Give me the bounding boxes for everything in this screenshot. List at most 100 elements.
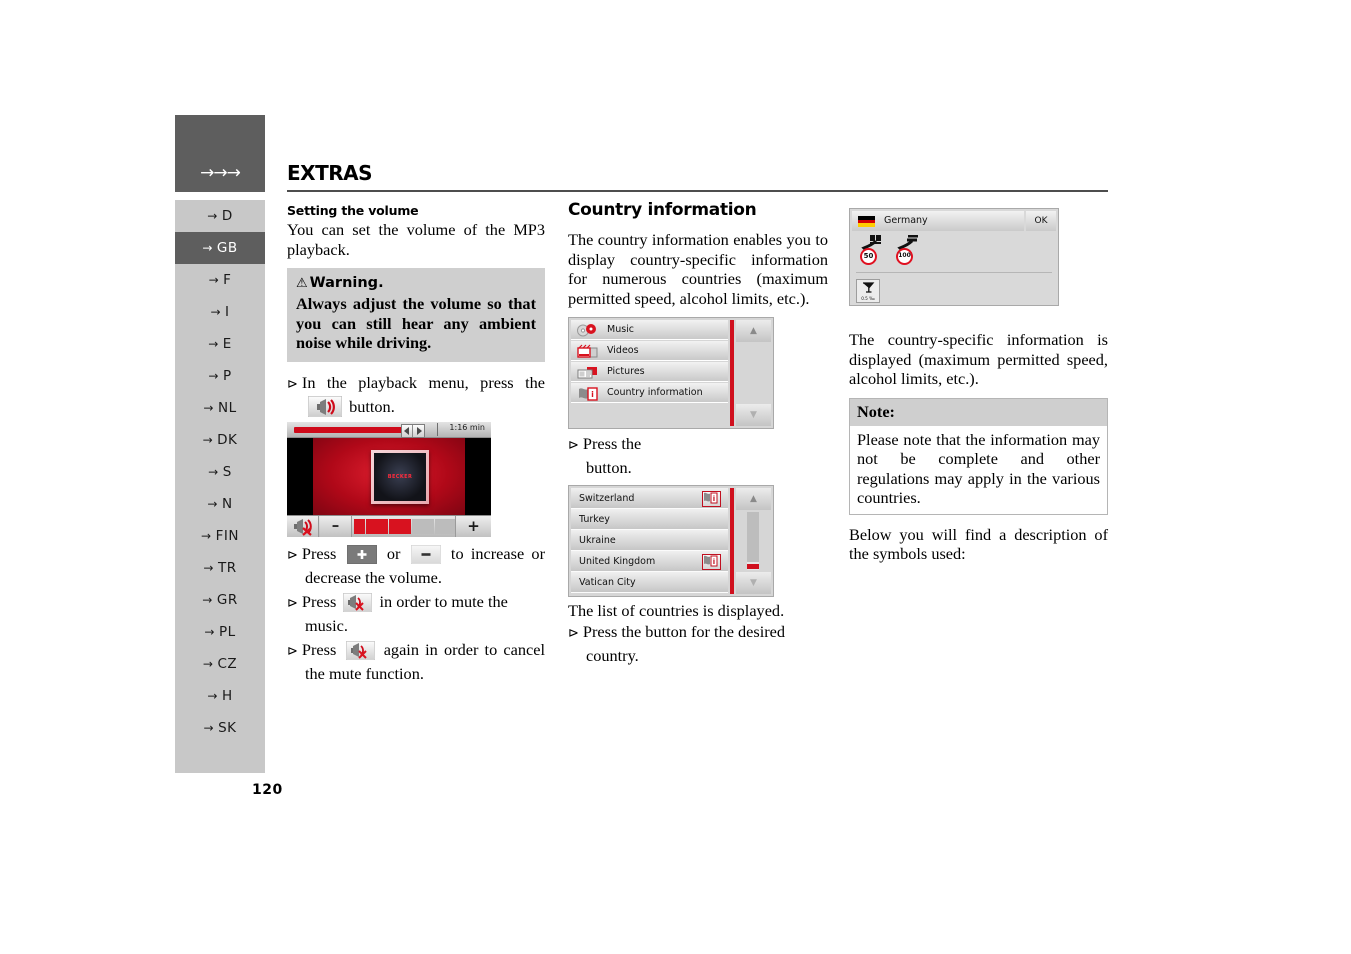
album-cover: BECKER <box>371 449 429 504</box>
menu-item-videos[interactable]: Videos <box>571 341 728 361</box>
video-icon <box>577 344 599 359</box>
country-row-united-kingdom[interactable]: United Kingdom i <box>571 551 728 572</box>
scroll-down-button[interactable]: ▼ <box>736 404 771 426</box>
menu-item-country-information[interactable]: i Country information <box>571 383 728 403</box>
country-row-switzerland[interactable]: Switzerland i <box>571 488 728 509</box>
country-row-ukraine[interactable]: Ukraine <box>571 530 728 551</box>
country-scrollbar[interactable]: ▲ ▼ <box>736 488 771 594</box>
minus-button-icon[interactable] <box>410 544 441 564</box>
menu-item-music[interactable]: Music <box>571 320 728 340</box>
sidebar-item-label: FIN <box>215 528 239 544</box>
step-unmute-prefix: Press <box>301 639 337 659</box>
mp3-time-separator <box>437 422 438 436</box>
sidebar-item-e[interactable]: → E <box>175 328 265 360</box>
note-text: Please note that the information may not… <box>850 425 1107 514</box>
country-info-icon: i <box>577 386 599 401</box>
scroll-thumb[interactable] <box>747 512 759 562</box>
step-arrow-icon: ⊳ <box>287 595 298 611</box>
sidebar-item-tr[interactable]: → TR <box>175 552 265 584</box>
sidebar-item-sk[interactable]: → SK <box>175 712 265 744</box>
germany-title-bar[interactable]: Germany <box>852 211 1024 231</box>
mute-button-icon[interactable] <box>343 592 373 612</box>
germany-info-screenshot: Germany OK 50 100 0.5 ‰ <box>849 208 1059 306</box>
sidebar-item-p[interactable]: → P <box>175 360 265 392</box>
volume-segment[interactable] <box>411 518 423 534</box>
language-sidebar[interactable]: → D → GB → F → I → E → P → NL → DK → S → N → FIN → TR → GR → PL → CZ →… <box>175 200 265 773</box>
sidebar-arrow-icon: → <box>208 337 219 351</box>
sidebar-item-fin[interactable]: → FIN <box>175 520 265 552</box>
volume-segment[interactable] <box>400 518 411 534</box>
menu-item-pictures[interactable]: Pictures <box>571 362 728 382</box>
column-right: The country-specific information is disp… <box>849 330 1108 564</box>
ok-button[interactable]: OK <box>1026 211 1056 231</box>
mp3-progress-knob[interactable] <box>401 423 425 438</box>
step-mute-prefix: Press <box>301 591 337 611</box>
sidebar-arrow-icon: → <box>208 369 219 383</box>
step-mute: ⊳ Press in order to mute the music. <box>287 591 545 637</box>
sidebar-item-gr[interactable]: → GR <box>175 584 265 616</box>
volume-minus-button[interactable]: – <box>320 515 352 537</box>
step-arrow-icon: ⊳ <box>287 376 298 392</box>
sidebar-item-f[interactable]: → F <box>175 264 265 296</box>
mute-button[interactable] <box>287 515 319 537</box>
volume-segment[interactable] <box>434 518 446 534</box>
mp3-album-stage: BECKER <box>287 437 491 516</box>
mute-button-icon[interactable] <box>345 640 375 660</box>
sidebar-item-gb[interactable]: → GB <box>175 232 265 264</box>
highway-speed-value: 100 <box>896 248 913 265</box>
country-info-available-icon: i <box>702 554 721 570</box>
sidebar-item-nl[interactable]: → NL <box>175 392 265 424</box>
sidebar-arrow-icon: → <box>210 305 222 319</box>
sidebar-item-h[interactable]: → H <box>175 680 265 712</box>
country-row-label: Switzerland <box>579 493 635 504</box>
paragraph-volume-intro: You can set the volume of the MP3 playba… <box>287 220 545 259</box>
step-arrow-icon: ⊳ <box>287 643 298 659</box>
sidebar-arrow-icon: → <box>207 209 218 223</box>
sidebar-arrow-icon: → <box>202 593 213 607</box>
country-row-turkey[interactable]: Turkey <box>571 509 728 530</box>
volume-segment[interactable] <box>377 518 388 534</box>
country-info-button-icon[interactable] <box>648 435 790 454</box>
volume-button-icon[interactable] <box>308 395 342 417</box>
sidebar-item-label: CZ <box>217 656 238 672</box>
volume-segment[interactable] <box>388 518 400 534</box>
mp3-backdrop: BECKER <box>313 437 465 516</box>
volume-segment[interactable] <box>423 518 434 534</box>
volume-segment[interactable] <box>365 518 377 534</box>
scroll-track[interactable] <box>747 512 759 570</box>
country-row-label: United Kingdom <box>579 556 656 567</box>
volume-segment[interactable] <box>354 518 365 534</box>
alcohol-limit-icon[interactable]: 0.5 ‰ <box>856 279 880 303</box>
menu-item-label: Music <box>607 324 635 335</box>
country-row-label: Turkey <box>579 514 610 525</box>
volume-plus-button[interactable]: + <box>455 515 491 537</box>
step-adjust-volume: ⊳ Press or to increase or decrease the v… <box>287 543 545 589</box>
mp3-progress-bar[interactable]: 1:16 min <box>287 421 491 438</box>
step-open-volume: ⊳ In the playback menu, press the button. <box>287 372 545 418</box>
mp3-elapsed-time: 1:16 min <box>449 422 485 432</box>
svg-text:i: i <box>591 390 594 399</box>
sidebar-arrow-icon: → <box>204 625 215 639</box>
scroll-up-button[interactable]: ▲ <box>736 488 771 510</box>
svg-text:i: i <box>713 495 715 503</box>
sidebar-item-cz[interactable]: → CZ <box>175 648 265 680</box>
country-row-vatican-city[interactable]: Vatican City <box>571 572 728 593</box>
sidebar-item-d[interactable]: → D <box>175 200 265 232</box>
sidebar-item-label: DK <box>217 432 238 448</box>
section-heading-country-information: Country information <box>568 200 757 220</box>
sidebar-item-dk[interactable]: → DK <box>175 424 265 456</box>
warning-title: ⚠ Warning. <box>296 275 536 291</box>
plus-button-icon[interactable] <box>346 544 377 564</box>
scroll-up-button[interactable]: ▲ <box>736 320 771 342</box>
sidebar-item-n[interactable]: → N <box>175 488 265 520</box>
sidebar-arrow-icon: → <box>207 497 218 511</box>
scroll-down-button[interactable]: ▼ <box>736 572 771 594</box>
germany-screen-divider <box>856 272 1052 273</box>
sidebar-item-label: F <box>223 272 232 288</box>
sidebar-item-pl[interactable]: → PL <box>175 616 265 648</box>
step-adjust-middle: or <box>386 543 401 563</box>
sidebar-item-s[interactable]: → S <box>175 456 265 488</box>
sidebar-item-label: GR <box>216 592 238 608</box>
sidebar-item-i[interactable]: → I <box>175 296 265 328</box>
menu-scrollbar[interactable]: ▲ ▼ <box>736 320 771 426</box>
